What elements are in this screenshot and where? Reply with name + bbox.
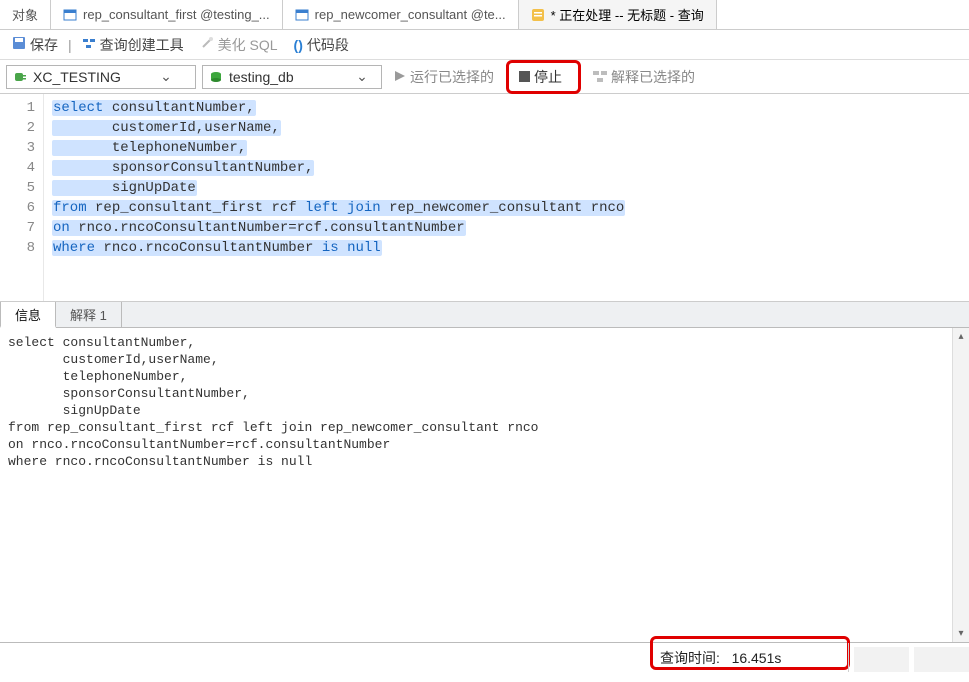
stop-label: 停止 — [534, 67, 562, 87]
query-builder-icon — [82, 36, 96, 53]
explain-icon — [593, 69, 607, 85]
database-combo[interactable]: testing_db ⌄ — [202, 65, 382, 89]
play-icon — [394, 69, 406, 85]
plug-icon — [13, 70, 27, 84]
connection-combo[interactable]: XC_TESTING ⌄ — [6, 65, 196, 89]
status-query-time: 查询时间: 16.451s — [370, 643, 848, 672]
result-tabs: 信息 解释 1 — [0, 302, 969, 328]
explain-label: 解释已选择的 — [611, 67, 695, 87]
tab-rep-newcomer-consultant[interactable]: rep_newcomer_consultant @te... — [283, 0, 519, 29]
chevron-down-icon: ⌄ — [355, 68, 369, 85]
snippet-button[interactable]: () 代码段 — [288, 33, 355, 57]
braces-icon: () — [294, 37, 303, 53]
tab-objects[interactable]: 对象 — [0, 0, 51, 29]
connection-name: XC_TESTING — [33, 69, 153, 85]
database-name: testing_db — [229, 69, 349, 85]
snippet-label: 代码段 — [307, 35, 349, 55]
database-icon — [209, 70, 223, 84]
query-time-label: 查询时间: — [660, 650, 720, 666]
tab-label: rep_consultant_first @testing_... — [83, 7, 270, 22]
scroll-up-icon[interactable]: ▴ — [953, 328, 969, 345]
document-tabs: 对象 rep_consultant_first @testing_... rep… — [0, 0, 969, 30]
table-icon — [63, 8, 77, 22]
line-gutter: 1 2 3 4 5 6 7 8 — [0, 94, 44, 301]
beautify-label: 美化 SQL — [218, 35, 278, 55]
query-time-value: 16.451s — [732, 650, 782, 666]
results-panel: select consultantNumber, customerId,user… — [0, 328, 969, 642]
scroll-down-icon[interactable]: ▾ — [953, 625, 969, 642]
sql-editor[interactable]: 1 2 3 4 5 6 7 8 select consultantNumber,… — [0, 94, 969, 302]
magic-wand-icon — [200, 36, 214, 53]
stop-icon — [519, 69, 530, 85]
query-icon — [531, 8, 545, 22]
status-bar: 查询时间: 16.451s — [0, 642, 969, 672]
query-controls: XC_TESTING ⌄ testing_db ⌄ 运行已选择的 停止 解释已选… — [0, 60, 969, 94]
editor-toolbar: 保存 | 查询创建工具 美化 SQL () 代码段 — [0, 30, 969, 60]
result-tab-info[interactable]: 信息 — [0, 302, 56, 328]
stop-button[interactable]: 停止 — [513, 67, 568, 87]
results-text[interactable]: select consultantNumber, customerId,user… — [0, 328, 969, 642]
tab-label: * 正在处理 -- 无标题 - 查询 — [551, 5, 704, 24]
beautify-sql-button[interactable]: 美化 SQL — [194, 33, 284, 57]
tab-label: 对象 — [12, 5, 38, 24]
result-tab-explain[interactable]: 解释 1 — [56, 302, 122, 327]
save-label: 保存 — [30, 35, 58, 55]
vertical-scrollbar[interactable]: ▴ ▾ — [952, 328, 969, 642]
table-icon — [295, 8, 309, 22]
tab-label: rep_newcomer_consultant @te... — [315, 7, 506, 22]
tab-rep-consultant-first[interactable]: rep_consultant_first @testing_... — [51, 0, 283, 29]
query-builder-label: 查询创建工具 — [100, 35, 184, 55]
run-selected-button[interactable]: 运行已选择的 — [388, 67, 500, 87]
stop-button-highlight: 停止 — [506, 60, 581, 94]
run-label: 运行已选择的 — [410, 67, 494, 87]
save-button[interactable]: 保存 — [6, 33, 64, 57]
code-area[interactable]: select consultantNumber, customerId,user… — [44, 94, 969, 301]
save-icon — [12, 36, 26, 53]
explain-selected-button[interactable]: 解释已选择的 — [587, 67, 701, 87]
tab-untitled-query[interactable]: * 正在处理 -- 无标题 - 查询 — [519, 0, 717, 29]
query-builder-button[interactable]: 查询创建工具 — [76, 33, 190, 57]
chevron-down-icon: ⌄ — [159, 68, 173, 85]
